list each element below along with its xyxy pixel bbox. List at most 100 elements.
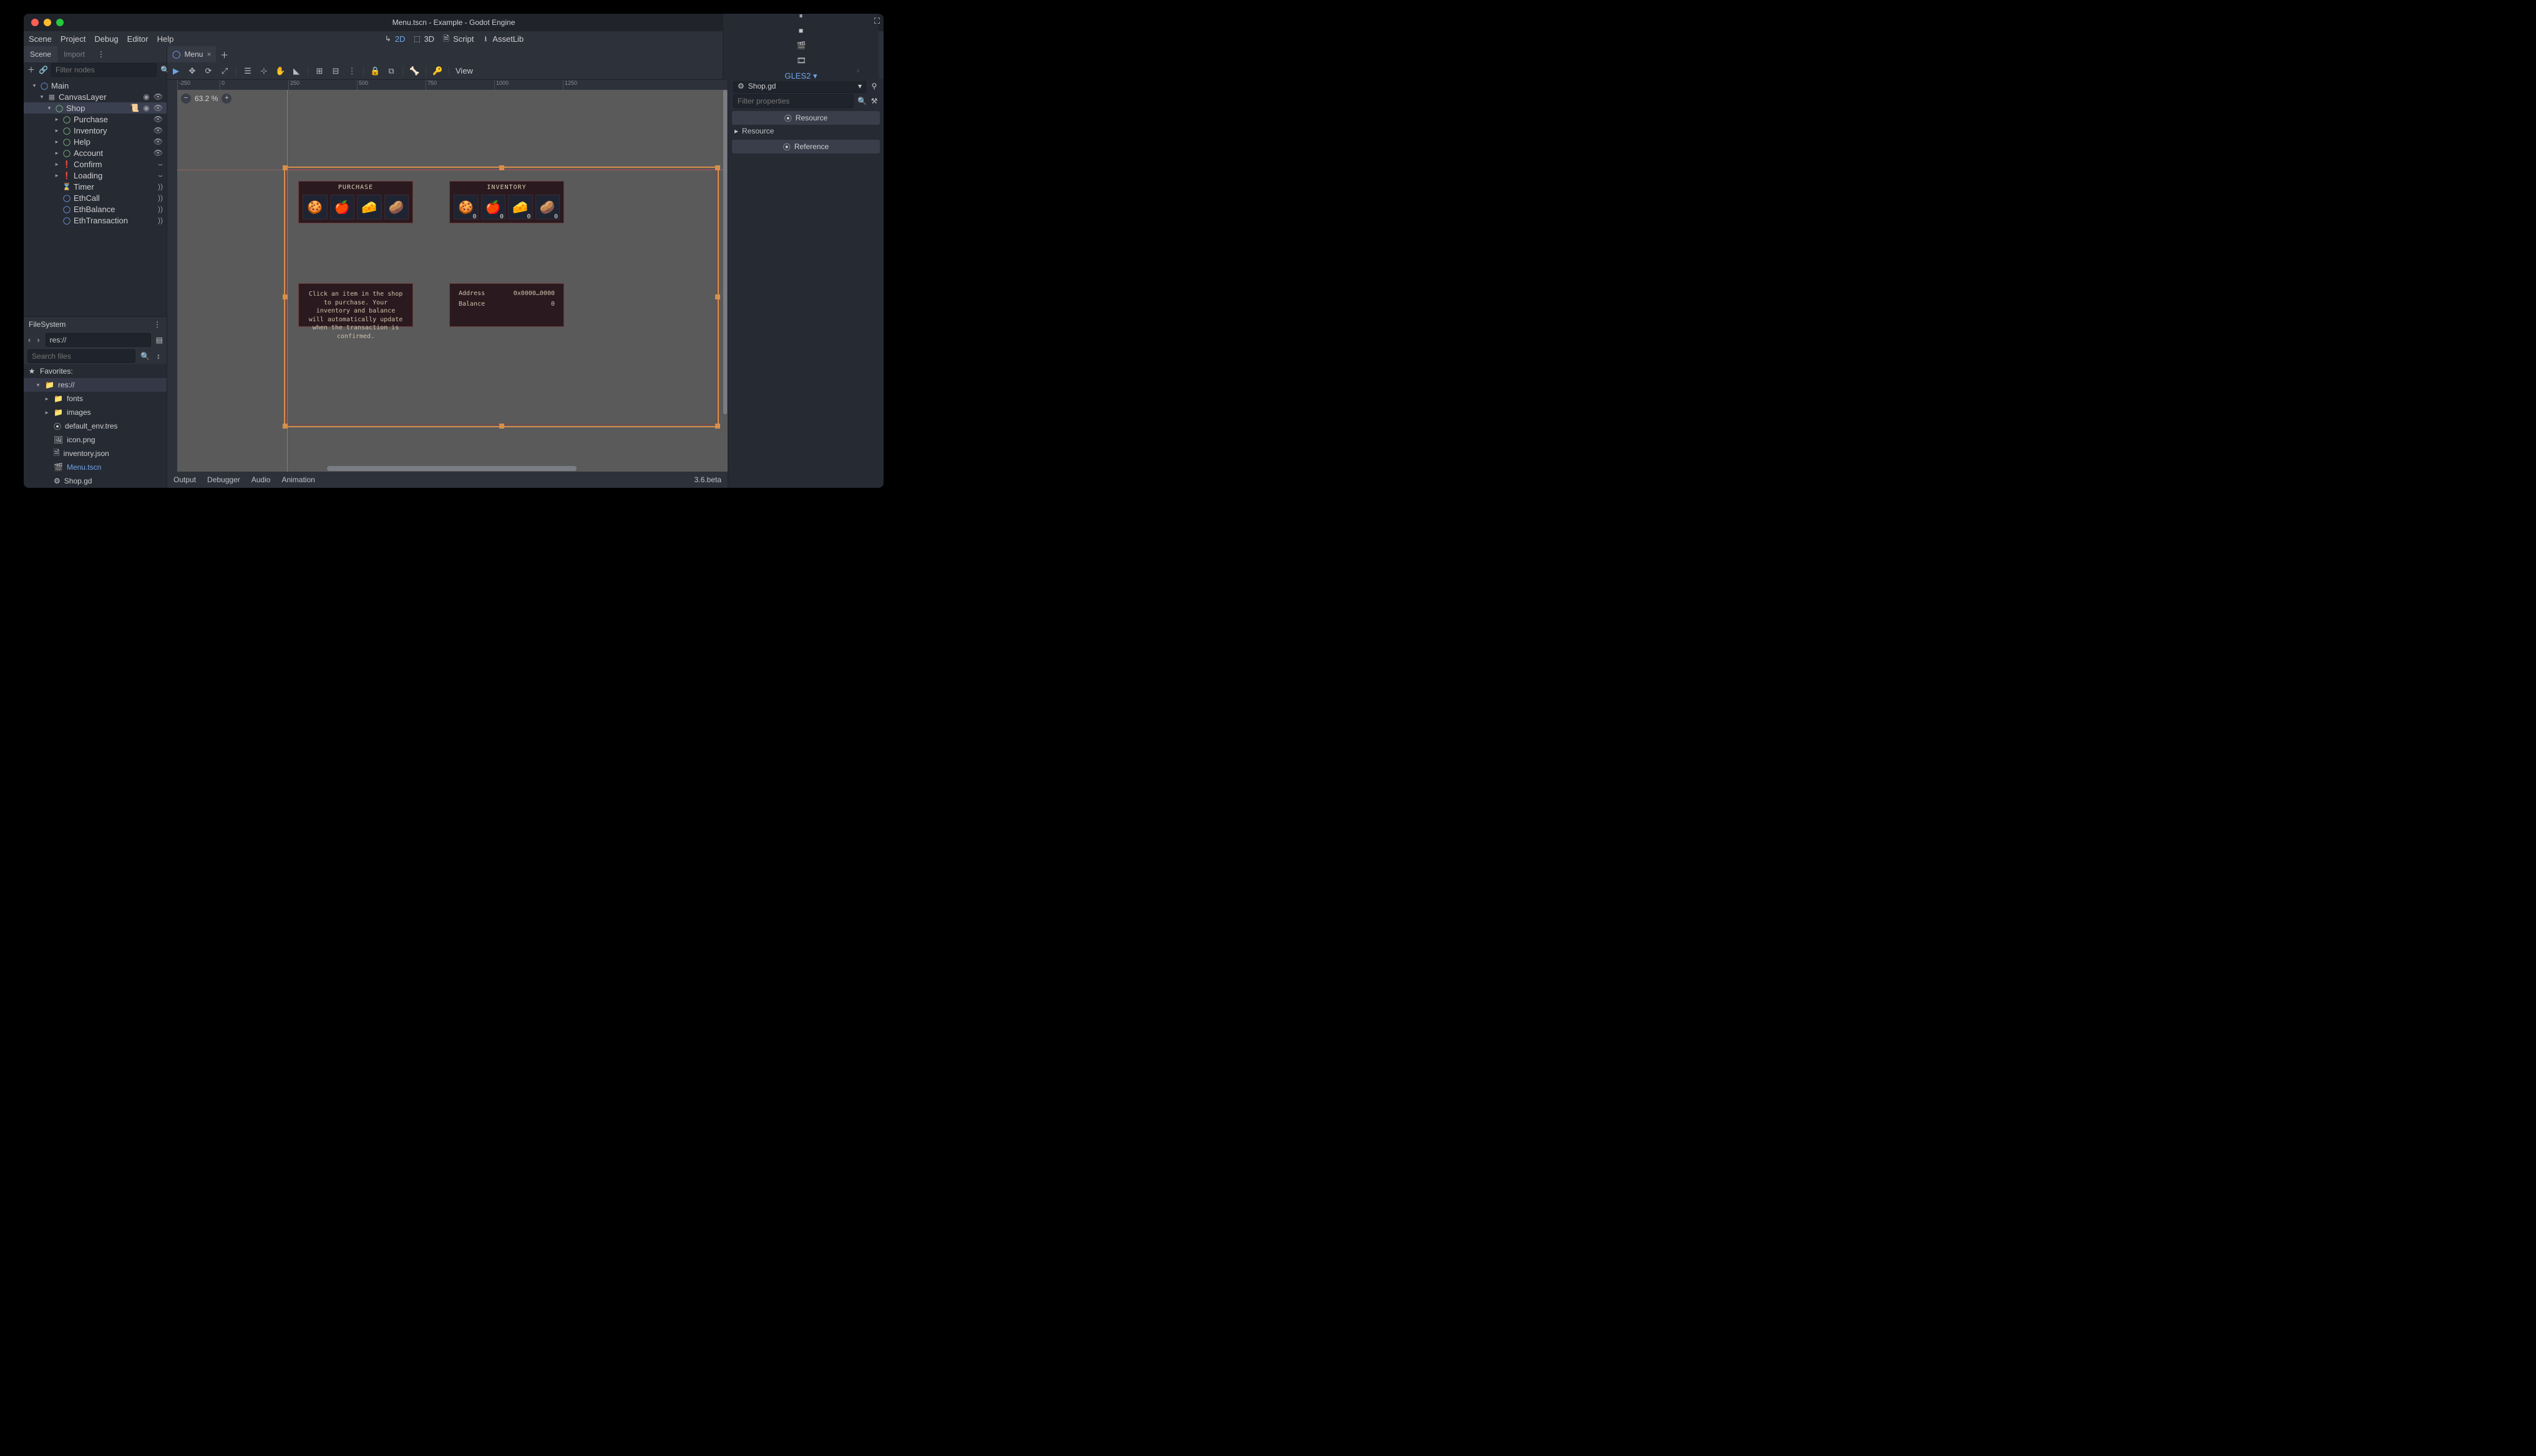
workspace-3d[interactable]: ⬚3D	[412, 34, 434, 44]
debugger-tab[interactable]: Debugger	[207, 475, 240, 484]
resize-handle-r[interactable]	[715, 294, 720, 299]
fs-item-fonts[interactable]: ▸📁fonts	[24, 392, 167, 405]
smart-snap-toggle[interactable]: ⊟	[331, 66, 341, 76]
menu-editor[interactable]: Editor	[127, 34, 149, 44]
section-reference[interactable]: ⦿Reference	[732, 140, 880, 153]
audio-tab[interactable]: Audio	[251, 475, 271, 484]
tab-scene[interactable]: Scene	[24, 46, 57, 62]
resize-handle-br[interactable]	[715, 424, 720, 429]
view-mode-button[interactable]: ▤	[156, 336, 163, 344]
output-tab[interactable]: Output	[173, 475, 196, 484]
move-tool[interactable]: ✥	[187, 66, 197, 76]
scene-node-shop[interactable]: ▾◯Shop📜◉👁	[24, 102, 167, 114]
history-next-button[interactable]: ›	[854, 66, 862, 75]
scene-node-account[interactable]: ▸◯Account👁	[24, 147, 167, 158]
property-resource[interactable]: ▸Resource	[728, 125, 884, 137]
select-tool[interactable]: ▶	[171, 66, 181, 76]
inventory-slot[interactable]: 🧀0	[508, 195, 533, 220]
nav-back-button[interactable]: ‹	[27, 336, 31, 344]
purchase-slot[interactable]: 🍪	[303, 195, 328, 220]
purchase-slot[interactable]: 🧀	[357, 195, 382, 220]
scene-node-ethcall[interactable]: ◯EthCall))	[24, 192, 167, 203]
menu-scene[interactable]: Scene	[29, 34, 52, 44]
fs-item-res---[interactable]: ▾📁res://	[24, 378, 167, 392]
scale-tool[interactable]: ⤢	[220, 66, 230, 76]
pivot-tool[interactable]: ⊹	[259, 66, 269, 76]
scene-tree[interactable]: ▾◯Main▾▦CanvasLayer◉👁▾◯Shop📜◉👁▸◯Purchase…	[24, 77, 167, 316]
scene-node-ethbalance[interactable]: ◯EthBalance))	[24, 203, 167, 215]
new-tab-button[interactable]: ＋	[216, 46, 232, 62]
scene-node-inventory[interactable]: ▸◯Inventory👁	[24, 125, 167, 136]
purchase-slot[interactable]: 🥔	[384, 195, 409, 220]
animation-tab[interactable]: Animation	[281, 475, 315, 484]
fs-item-shop-gd[interactable]: ⚙Shop.gd	[24, 474, 167, 488]
menu-project[interactable]: Project	[61, 34, 85, 44]
section-resource[interactable]: ⦿Resource	[732, 111, 880, 125]
filesystem-menu[interactable]: ⋮	[153, 320, 162, 329]
close-window-button[interactable]	[31, 19, 39, 26]
lock-button[interactable]: 🔒	[370, 66, 380, 76]
filter-nodes-input[interactable]	[51, 63, 157, 77]
group-button[interactable]: ⧉	[386, 66, 396, 76]
ruler-tool[interactable]: ◣	[291, 66, 301, 76]
fs-item-default-env-tres[interactable]: ⦿default_env.tres	[24, 419, 167, 433]
scene-panel-menu[interactable]: ⋮	[91, 46, 111, 62]
menu-debug[interactable]: Debug	[94, 34, 118, 44]
play-custom-scene-button[interactable]: 🎞	[797, 56, 806, 65]
scene-node-loading[interactable]: ▸❗Loading⌣	[24, 170, 167, 181]
fs-item-images[interactable]: ▸📁images	[24, 405, 167, 419]
fs-item-icon-png[interactable]: 🖼icon.png	[24, 433, 167, 447]
sort-button[interactable]: ↕	[154, 352, 163, 361]
fs-item-menu-tscn[interactable]: 🎬Menu.tscn	[24, 460, 167, 474]
viewport[interactable]: -250025050075010001250 − 63.2 % + PU	[167, 80, 728, 472]
nav-forward-button[interactable]: ›	[36, 336, 40, 344]
close-tab-button[interactable]: ×	[207, 50, 211, 59]
scene-node-purchase[interactable]: ▸◯Purchase👁	[24, 114, 167, 125]
link-node-button[interactable]: 🔗	[39, 66, 47, 74]
distraction-free-button[interactable]: ⛶	[874, 16, 880, 26]
manage-object-button[interactable]: ⚲	[870, 82, 879, 90]
object-dropdown[interactable]: ⚙ Shop.gd ▾	[733, 79, 866, 93]
menu-help[interactable]: Help	[157, 34, 174, 44]
inventory-slot[interactable]: 🥔0	[535, 195, 560, 220]
add-node-button[interactable]: ＋	[27, 66, 35, 74]
filter-properties-input[interactable]	[733, 94, 854, 108]
pause-button[interactable]: ⏸	[797, 14, 806, 20]
inventory-slot[interactable]: 🍪0	[454, 195, 479, 220]
path-input[interactable]	[46, 333, 151, 347]
zoom-level[interactable]: 63.2 %	[195, 94, 218, 103]
vertical-scrollbar[interactable]	[723, 90, 728, 465]
zoom-out-button[interactable]: −	[181, 94, 191, 104]
list-select-tool[interactable]: ☰	[243, 66, 253, 76]
scene-node-help[interactable]: ▸◯Help👁	[24, 136, 167, 147]
scene-node-canvaslayer[interactable]: ▾▦CanvasLayer◉👁	[24, 91, 167, 102]
inventory-slot[interactable]: 🍎0	[481, 195, 506, 220]
workspace-script[interactable]: 🗎Script	[442, 34, 474, 44]
play-scene-button[interactable]: 🎬	[797, 41, 806, 50]
snap-options[interactable]: ⋮	[347, 66, 357, 76]
scene-node-timer[interactable]: ⌛Timer))	[24, 181, 167, 192]
minimize-window-button[interactable]	[44, 19, 51, 26]
pan-tool[interactable]: ✋	[275, 66, 285, 76]
scene-node-confirm[interactable]: ▸❗Confirm⌣	[24, 158, 167, 170]
scene-tab-menu[interactable]: ◯ Menu ×	[167, 46, 216, 62]
tab-import[interactable]: Import	[57, 46, 91, 62]
rotate-tool[interactable]: ⟳	[203, 66, 213, 76]
scene-node-ethtransaction[interactable]: ◯EthTransaction))	[24, 215, 167, 226]
scene-node-main[interactable]: ▾◯Main	[24, 80, 167, 91]
renderer-dropdown[interactable]: GLES2 ▾	[784, 71, 817, 81]
workspace-assetlib[interactable]: ⭳AssetLib	[481, 34, 524, 44]
purchase-slot[interactable]: 🍎	[330, 195, 355, 220]
horizontal-scrollbar[interactable]	[177, 465, 723, 472]
snap-toggle[interactable]: ⊞	[315, 66, 324, 76]
workspace-2d[interactable]: ↳2D	[384, 34, 406, 44]
search-files-input[interactable]	[27, 349, 135, 363]
zoom-in-button[interactable]: +	[222, 94, 232, 104]
view-menu[interactable]: View	[456, 66, 473, 75]
property-tools-button[interactable]: ⚒	[870, 97, 879, 105]
fs-item-inventory-json[interactable]: 🗎inventory.json	[24, 447, 167, 460]
resize-handle-b[interactable]	[499, 424, 504, 429]
bone-tool[interactable]: 🦴	[409, 66, 419, 76]
stop-button[interactable]: ■	[797, 26, 806, 35]
maximize-window-button[interactable]	[56, 19, 64, 26]
